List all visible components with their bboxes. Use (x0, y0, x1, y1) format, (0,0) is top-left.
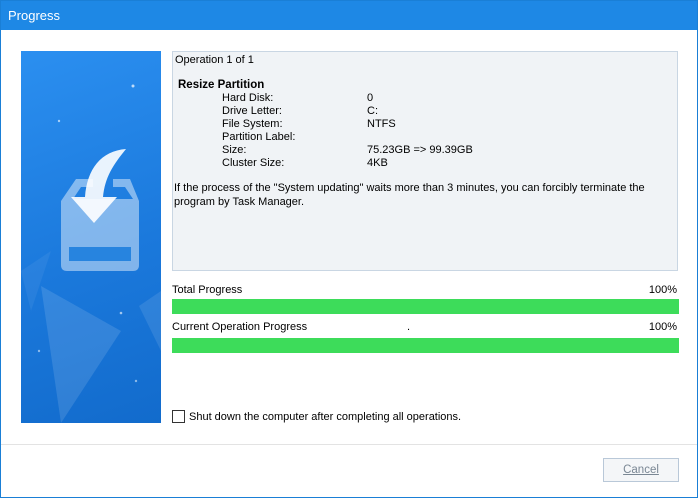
prop-value-hard-disk: 0 (367, 92, 374, 104)
current-progress-bar (172, 338, 679, 353)
prop-label-hard-disk: Hard Disk: (222, 92, 274, 104)
prop-value-drive-letter: C: (367, 105, 378, 117)
cancel-button[interactable]: Cancel (603, 458, 679, 482)
prop-label-partition-label: Partition Label: (222, 131, 296, 143)
prop-label-drive-letter: Drive Letter: (222, 105, 282, 117)
prop-label-size: Size: (222, 144, 247, 156)
prop-label-cluster-size: Cluster Size: (222, 157, 285, 169)
shutdown-checkbox[interactable] (172, 410, 185, 423)
shutdown-option[interactable]: Shut down the computer after completing … (172, 410, 461, 423)
prop-value-file-system: NTFS (367, 118, 396, 130)
banner-illustration (21, 51, 161, 423)
total-progress-fill (172, 299, 679, 314)
operation-details-panel: Operation 1 of 1 Resize Partition Hard D… (172, 51, 678, 271)
prop-label-file-system: File System: (222, 118, 283, 130)
download-to-disk-icon (21, 84, 161, 423)
current-progress-percent: 100% (648, 321, 677, 333)
title-bar: Progress (1, 1, 697, 30)
current-progress-marker: . (407, 321, 411, 333)
shutdown-label: Shut down the computer after completing … (189, 410, 462, 423)
footer-divider (1, 444, 697, 445)
window-title: Progress (8, 8, 61, 23)
total-progress-label: Total Progress (172, 284, 243, 296)
prop-value-cluster-size: 4KB (367, 157, 388, 169)
total-progress-bar (172, 299, 679, 314)
prop-value-size: 75.23GB => 99.39GB (367, 144, 473, 156)
task-manager-notice: If the process of the "System updating" … (174, 182, 645, 208)
total-progress-percent: 100% (648, 284, 677, 296)
current-progress-fill (172, 338, 679, 353)
operation-counter: Operation 1 of 1 (175, 54, 254, 66)
current-progress-label: Current Operation Progress (172, 321, 308, 333)
operation-name: Resize Partition (178, 79, 265, 91)
progress-window: Progress Operation 1 of 1 Resize Partiti… (0, 0, 698, 498)
